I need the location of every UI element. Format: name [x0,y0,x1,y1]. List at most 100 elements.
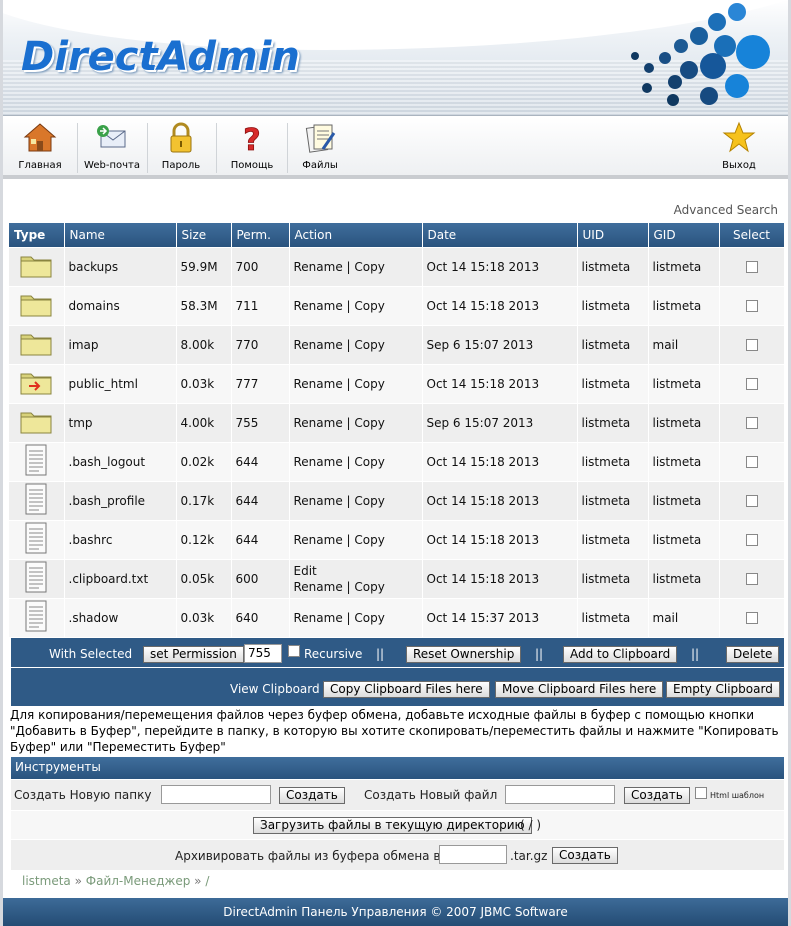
column-header-name[interactable]: Name [64,223,177,247]
rename-link[interactable]: Rename [294,494,343,508]
copy-clipboard-button[interactable]: Copy Clipboard Files here [323,681,490,698]
file-name-link[interactable]: imap [69,338,99,352]
column-header-type[interactable]: Type [9,223,65,247]
file-icon[interactable] [23,483,49,518]
toolbar-home-button[interactable]: Главная [7,119,73,175]
view-clipboard-link[interactable]: View Clipboard [230,682,320,696]
folder-icon[interactable] [19,329,53,360]
delete-button[interactable]: Delete [726,646,780,663]
select-checkbox[interactable] [745,300,758,312]
file-name-link[interactable]: .clipboard.txt [69,572,149,586]
breadcrumb-user-link[interactable]: listmeta [22,874,71,888]
column-header-select[interactable]: Select [719,223,785,247]
select-checkbox[interactable] [745,339,758,351]
archive-create-button[interactable]: Создать [552,847,618,864]
copy-link[interactable]: Copy [354,611,384,625]
folder-icon[interactable] [19,407,53,438]
toolbar-webmail-button[interactable]: Web-почта [79,119,145,175]
select-checkbox[interactable] [745,378,758,390]
file-icon[interactable] [23,444,49,479]
permission-link[interactable]: 770 [236,338,259,352]
toolbar-password-button[interactable]: Пароль [148,119,214,175]
toolbar-logout-button[interactable]: Выход [706,119,772,175]
copy-link[interactable]: Copy [354,338,384,352]
permission-link[interactable]: 644 [236,455,259,469]
permission-link[interactable]: 777 [236,377,259,391]
rename-link[interactable]: Rename [294,416,343,430]
select-checkbox[interactable] [745,261,758,273]
add-to-clipboard-button[interactable]: Add to Clipboard [563,646,678,663]
tools-create-row: Создать Новую папку Создать Создать Новы… [11,780,784,810]
rename-link[interactable]: Rename [294,260,343,274]
empty-clipboard-button[interactable]: Empty Clipboard [666,681,780,698]
folder-link-icon[interactable] [19,368,53,399]
toolbar-help-button[interactable]: ? Помощь [219,119,285,175]
new-folder-input[interactable] [161,785,271,804]
file-name-link[interactable]: backups [69,260,119,274]
rename-link[interactable]: Rename [294,455,343,469]
copy-link[interactable]: Copy [354,580,384,594]
file-icon[interactable] [23,600,49,635]
file-name-link[interactable]: public_html [69,377,138,391]
advanced-search-link[interactable]: Advanced Search [674,203,778,217]
folder-icon[interactable] [19,290,53,321]
folder-icon[interactable] [19,251,53,282]
permission-link[interactable]: 711 [236,299,259,313]
column-header-size[interactable]: Size [176,223,232,247]
copy-link[interactable]: Copy [354,377,384,391]
column-header-perm[interactable]: Perm. [231,223,290,247]
permission-link[interactable]: 700 [236,260,259,274]
name-cell: public_html [64,363,177,403]
archive-name-input[interactable] [439,845,507,864]
new-file-input[interactable] [505,785,615,804]
create-folder-button[interactable]: Создать [279,787,345,804]
column-header-date[interactable]: Date [422,223,578,247]
upload-files-button[interactable]: Загрузить файлы в текущую директорию [253,817,532,834]
rename-link[interactable]: Rename [294,377,343,391]
edit-link[interactable]: Edit [294,564,317,578]
permission-link[interactable]: 640 [236,611,259,625]
file-name-link[interactable]: .bashrc [69,533,113,547]
select-checkbox[interactable] [745,417,758,429]
html-template-checkbox[interactable] [695,787,707,799]
select-checkbox[interactable] [745,612,758,625]
create-file-button[interactable]: Создать [624,787,690,804]
recursive-checkbox[interactable] [288,645,300,657]
copy-link[interactable]: Copy [354,416,384,430]
rename-link[interactable]: Rename [294,299,343,313]
permission-link[interactable]: 755 [236,416,259,430]
rename-link[interactable]: Rename [294,580,343,594]
set-permission-button[interactable]: set Permission [143,646,244,663]
file-name-link[interactable]: .bash_logout [69,455,146,469]
breadcrumb-file-manager-link[interactable]: Файл-Менеджер [86,874,191,888]
file-icon[interactable] [23,522,49,557]
copy-link[interactable]: Copy [354,494,384,508]
move-clipboard-button[interactable]: Move Clipboard Files here [495,681,664,698]
file-name-link[interactable]: domains [69,299,120,313]
permission-link[interactable]: 644 [236,533,259,547]
copy-link[interactable]: Copy [354,299,384,313]
permission-link[interactable]: 644 [236,494,259,508]
select-checkbox[interactable] [745,456,758,468]
file-icon[interactable] [23,561,49,596]
reset-ownership-button[interactable]: Reset Ownership [406,646,522,663]
column-header-gid[interactable]: GID [648,223,720,247]
rename-link[interactable]: Rename [294,611,343,625]
file-name-link[interactable]: .shadow [69,611,119,625]
copy-link[interactable]: Copy [354,533,384,547]
toolbar-files-button[interactable]: Файлы [287,119,353,175]
file-name-link[interactable]: .bash_profile [69,494,146,508]
divider-text: || [376,647,385,661]
select-checkbox[interactable] [745,495,758,507]
select-checkbox[interactable] [745,534,758,546]
column-header-uid[interactable]: UID [577,223,649,247]
copy-link[interactable]: Copy [354,455,384,469]
file-name-link[interactable]: tmp [69,416,93,430]
permission-link[interactable]: 600 [236,572,259,586]
select-checkbox[interactable] [745,573,758,585]
permission-input[interactable]: 755 [244,644,282,663]
copy-link[interactable]: Copy [354,260,384,274]
rename-link[interactable]: Rename [294,338,343,352]
breadcrumb-path-link[interactable]: / [205,874,209,888]
rename-link[interactable]: Rename [294,533,343,547]
